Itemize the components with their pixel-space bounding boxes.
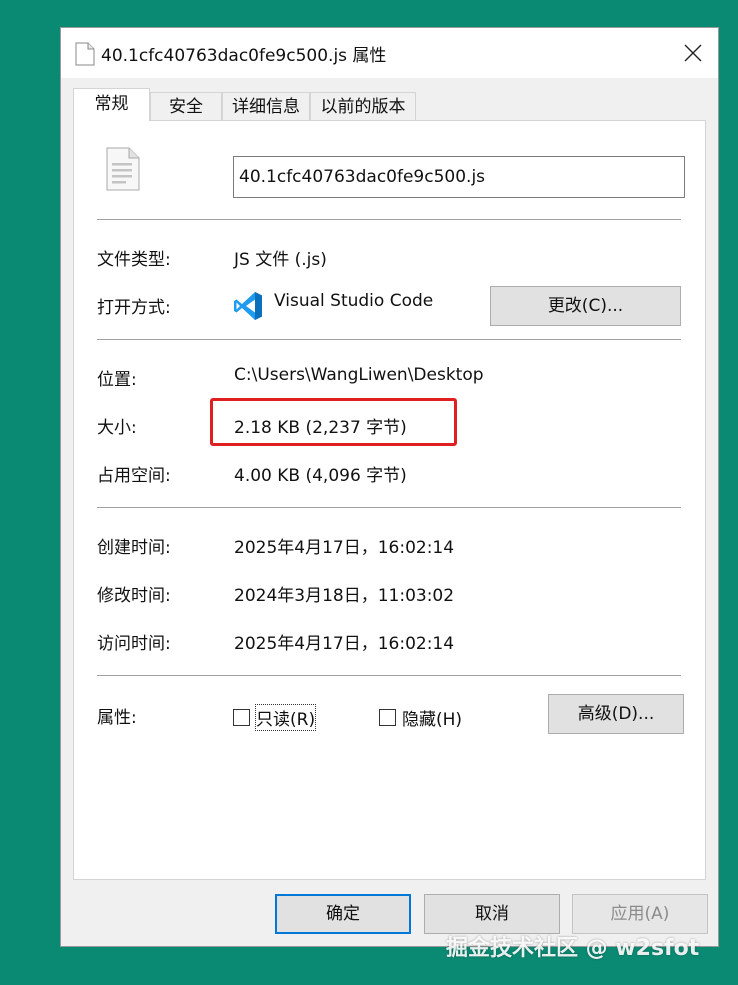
size-on-disk-label: 占用空间: (97, 466, 171, 486)
separator (97, 339, 681, 340)
close-button[interactable] (668, 28, 718, 78)
file-type-label: 文件类型: (97, 250, 171, 270)
properties-dialog: 40.1cfc40763dac0fe9c500.js 属性 常规 安全 详细信息… (60, 27, 719, 947)
title-bar[interactable]: 40.1cfc40763dac0fe9c500.js 属性 (61, 28, 718, 78)
attributes-label: 属性: (97, 708, 137, 728)
location-value: C:\Users\WangLiwen\Desktop (234, 365, 484, 385)
file-type-value: JS 文件 (.js) (234, 250, 327, 270)
hidden-checkbox-box[interactable] (379, 709, 396, 726)
hidden-checkbox[interactable]: 隐藏(H) (379, 705, 462, 730)
vscode-icon (234, 292, 262, 320)
location-label: 位置: (97, 370, 137, 390)
open-with-label: 打开方式: (97, 298, 171, 318)
close-icon (684, 44, 702, 62)
accessed-value: 2025年4月17日，16:02:14 (234, 634, 455, 654)
cancel-button[interactable]: 取消 (424, 894, 560, 934)
modified-label: 修改时间: (97, 586, 171, 606)
change-button[interactable]: 更改(C)... (490, 286, 681, 326)
advanced-button[interactable]: 高级(D)... (548, 694, 684, 734)
size-on-disk-value: 4.00 KB (4,096 字节) (234, 466, 407, 486)
file-name-input[interactable] (233, 156, 685, 198)
window-title: 40.1cfc40763dac0fe9c500.js 属性 (101, 46, 387, 66)
document-icon (106, 147, 140, 191)
created-label: 创建时间: (97, 538, 171, 558)
file-icon (75, 42, 95, 66)
general-panel: 文件类型: JS 文件 (.js) 打开方式: Visual Studio Co… (73, 120, 706, 880)
tab-details[interactable]: 详细信息 (222, 92, 310, 120)
size-highlight-annotation (210, 398, 457, 446)
tab-general[interactable]: 常规 (73, 88, 150, 121)
created-value: 2025年4月17日，16:02:14 (234, 538, 455, 558)
separator (97, 675, 681, 676)
ok-button[interactable]: 确定 (275, 894, 411, 934)
separator (97, 219, 681, 220)
modified-value: 2024年3月18日，11:03:02 (234, 586, 455, 606)
tab-previous-versions[interactable]: 以前的版本 (310, 92, 416, 120)
size-label: 大小: (97, 418, 137, 438)
readonly-checkbox-label[interactable]: 只读(R) (254, 704, 317, 731)
separator (97, 507, 681, 508)
tab-security[interactable]: 安全 (150, 92, 222, 120)
apply-button[interactable]: 应用(A) (572, 894, 708, 934)
accessed-label: 访问时间: (97, 634, 171, 654)
readonly-checkbox-box[interactable] (233, 709, 250, 726)
readonly-checkbox[interactable]: 只读(R) (233, 704, 317, 731)
open-with-app: Visual Studio Code (274, 291, 434, 311)
hidden-checkbox-label[interactable]: 隐藏(H) (402, 705, 462, 730)
watermark: 掘金技术社区 @ w2sfot (446, 936, 700, 961)
